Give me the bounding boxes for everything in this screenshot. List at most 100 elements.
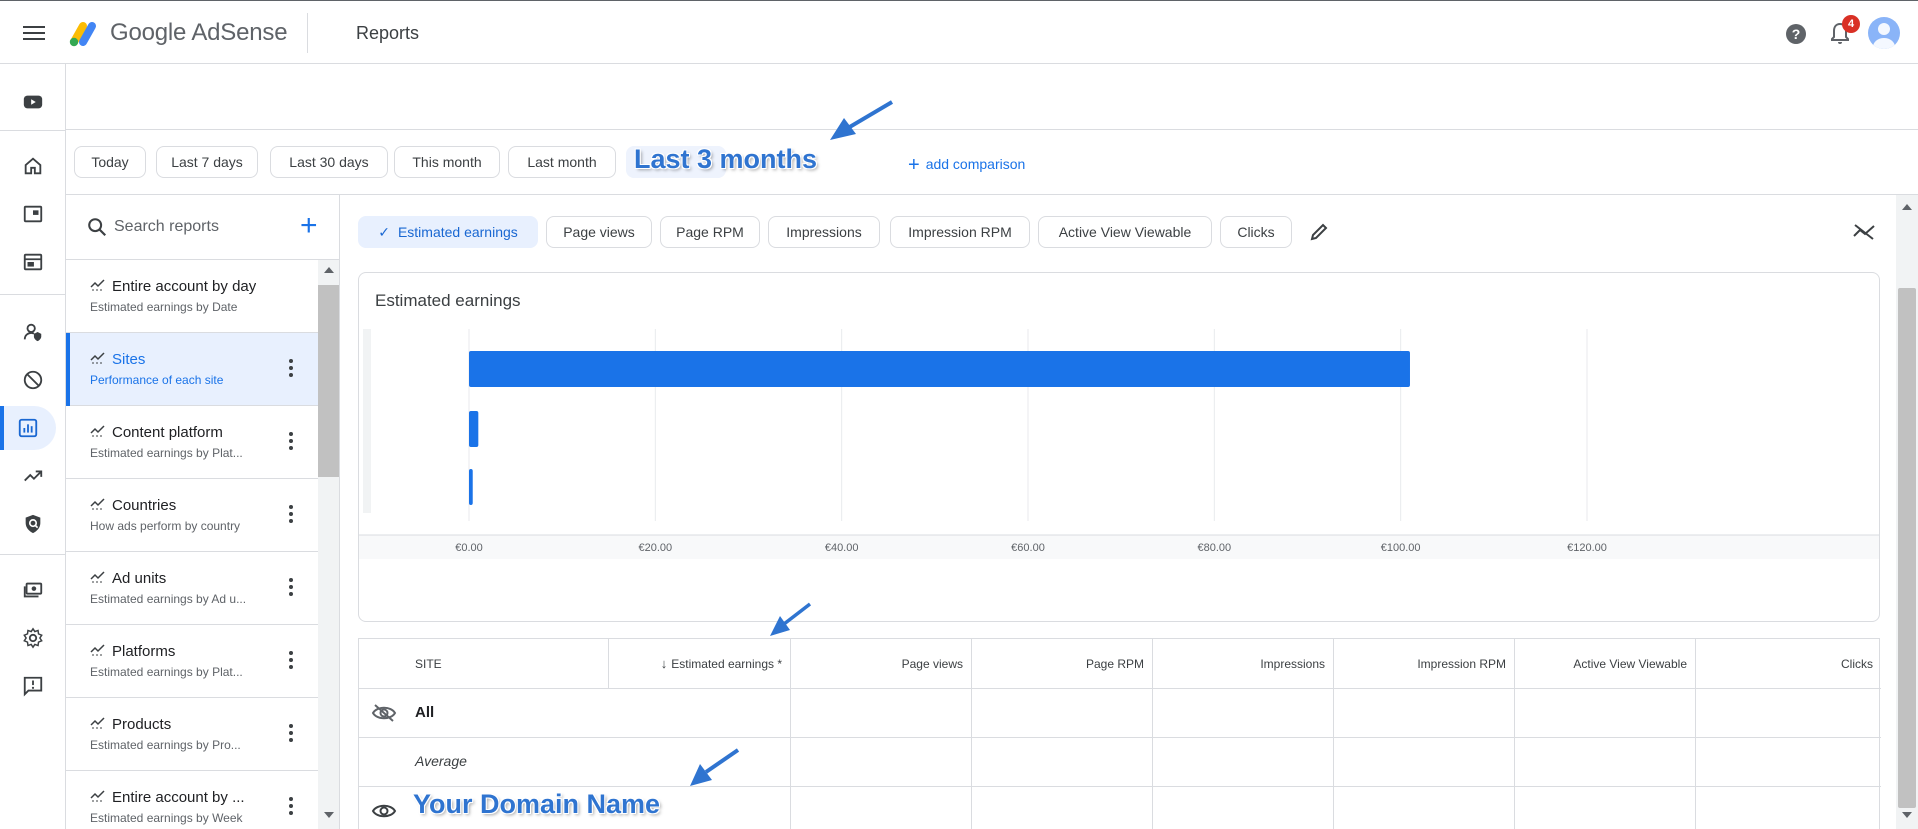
metric-chip-active-view-viewable[interactable]: Active View Viewable [1038, 216, 1212, 248]
home-icon[interactable] [0, 144, 66, 188]
plus-icon: + [908, 154, 920, 176]
column-header-site[interactable]: SITE [359, 639, 609, 689]
adsense-logo [69, 22, 96, 47]
column-header-active-view-viewable[interactable]: Active View Viewable [1515, 639, 1696, 689]
check-icon: ✓ [378, 224, 390, 240]
more-vert-icon[interactable] [288, 797, 294, 817]
youtube-icon[interactable] [0, 80, 66, 124]
column-header-impressions[interactable]: Impressions [1153, 639, 1334, 689]
report-title: Platforms [112, 643, 176, 660]
reports-scrollbar-thumb[interactable] [318, 285, 339, 477]
date-chip-this-month[interactable]: This month [394, 146, 500, 178]
more-vert-icon[interactable] [288, 651, 294, 671]
date-chip-last-30-days[interactable]: Last 30 days [270, 146, 388, 178]
more-vert-icon[interactable] [288, 724, 294, 744]
main-scrollbar-thumb[interactable] [1898, 288, 1916, 808]
trend-icon [90, 425, 105, 437]
navigation-rail [0, 64, 66, 829]
payments-icon[interactable] [0, 568, 66, 612]
chart-bar[interactable] [469, 469, 473, 505]
x-tick-label: €20.00 [639, 542, 673, 554]
scroll-down-arrow-icon[interactable] [324, 812, 334, 818]
row-label: Average [415, 753, 467, 769]
add-comparison-label: add comparison [925, 156, 1026, 172]
date-chip-last-month[interactable]: Last month [508, 146, 616, 178]
add-comparison-button[interactable]: + add comparison [908, 154, 1025, 177]
report-item[interactable]: Platforms Estimated earnings by Plat... [66, 625, 318, 698]
column-header-page-rpm[interactable]: Page RPM [972, 639, 1153, 689]
report-subtitle: Estimated earnings by Ad u... [90, 592, 247, 606]
scroll-up-arrow-icon[interactable] [1902, 204, 1912, 210]
x-tick-label: €40.00 [825, 542, 859, 554]
subheader-area [66, 64, 1918, 130]
settings-icon[interactable] [0, 616, 66, 660]
column-header-page-views[interactable]: Page views [791, 639, 972, 689]
main-menu-icon[interactable] [20, 22, 48, 46]
date-chip-last-7-days[interactable]: Last 7 days [156, 146, 258, 178]
report-subtitle: Estimated earnings by Date [90, 300, 238, 314]
reports-icon[interactable] [0, 406, 56, 450]
table-cell [791, 689, 972, 737]
table-cell [1334, 738, 1515, 786]
feedback-icon[interactable] [0, 664, 66, 708]
search-icon [88, 218, 107, 237]
optimization-icon[interactable] [0, 454, 66, 498]
report-item[interactable]: Content platform Estimated earnings by P… [66, 406, 318, 479]
more-vert-icon[interactable] [288, 505, 294, 525]
privacy-icon[interactable] [0, 310, 66, 354]
report-item[interactable]: Products Estimated earnings by Pro... [66, 698, 318, 771]
table-cell [972, 787, 1153, 829]
date-range-bar: Today Last 7 days Last 30 days This mont… [66, 130, 1918, 195]
earnings-bar-chart: €0.00 €20.00 €40.00 €60.00 €80.00 €100.00 €120… [359, 329, 1879, 559]
edit-metrics-icon[interactable] [1308, 221, 1330, 243]
chart-bar[interactable] [469, 411, 479, 447]
add-report-icon[interactable]: + [300, 209, 318, 243]
column-header-estimated-earnings[interactable]: ↓ Estimated earnings * [609, 639, 791, 689]
column-header-impression-rpm[interactable]: Impression RPM [1334, 639, 1515, 689]
table-header-row: SITE ↓ Estimated earnings * Page views Pa… [359, 639, 1881, 689]
scroll-down-arrow-icon[interactable] [1902, 812, 1912, 818]
metric-chip-page-views[interactable]: Page views [546, 216, 652, 248]
report-item[interactable]: Entire account by ... Estimated earnings… [66, 771, 318, 829]
metric-chip-clicks[interactable]: Clicks [1220, 216, 1292, 248]
report-title: Ad units [112, 570, 167, 587]
table-row-all[interactable]: All [359, 689, 1881, 738]
more-vert-icon[interactable] [288, 432, 294, 452]
metric-chip-estimated-earnings[interactable]: ✓ Estimated earnings [358, 216, 538, 248]
report-subtitle: Estimated earnings by Plat... [90, 446, 243, 460]
sites-icon[interactable] [0, 192, 66, 236]
report-title: Sites [112, 351, 146, 368]
date-chip-today[interactable]: Today [74, 146, 146, 178]
chart-toggle-icon[interactable] [1852, 221, 1876, 243]
more-vert-icon[interactable] [288, 359, 294, 379]
help-icon[interactable]: ? [1784, 22, 1808, 46]
eye-icon[interactable] [371, 801, 397, 821]
report-item[interactable]: Entire account by day Estimated earnings… [66, 260, 318, 333]
table-cell [1334, 787, 1515, 829]
metric-chip-page-rpm[interactable]: Page RPM [660, 216, 760, 248]
chart-bar[interactable] [469, 351, 1410, 387]
table-cell [1153, 738, 1334, 786]
report-item[interactable]: Ad units Estimated earnings by Ad u... [66, 552, 318, 625]
ads-icon[interactable] [0, 240, 66, 284]
search-reports-input[interactable] [114, 215, 294, 239]
table-cell [1515, 787, 1696, 829]
blocking-icon[interactable] [0, 358, 66, 402]
more-vert-icon[interactable] [288, 578, 294, 598]
eye-off-icon[interactable] [371, 703, 397, 723]
report-subtitle: Performance of each site [90, 373, 224, 387]
policy-icon[interactable] [0, 502, 66, 546]
report-item[interactable]: Countries How ads perform by country [66, 479, 318, 552]
column-header-clicks[interactable]: Clicks [1696, 639, 1881, 689]
metric-chip-impressions[interactable]: Impressions [768, 216, 880, 248]
table-row-domain[interactable]: Your Domain Name [359, 787, 1881, 829]
report-item-selected[interactable]: Sites Performance of each site [66, 333, 318, 406]
account-avatar[interactable] [1868, 17, 1900, 49]
metric-chip-impression-rpm[interactable]: Impression RPM [890, 216, 1030, 248]
scroll-up-arrow-icon[interactable] [324, 267, 334, 273]
page-title: Reports [356, 23, 420, 43]
x-tick-label: €60.00 [1011, 542, 1045, 554]
rail-divider [0, 294, 66, 295]
x-tick-label: €0.00 [455, 542, 483, 554]
report-search-row: + [66, 195, 339, 260]
